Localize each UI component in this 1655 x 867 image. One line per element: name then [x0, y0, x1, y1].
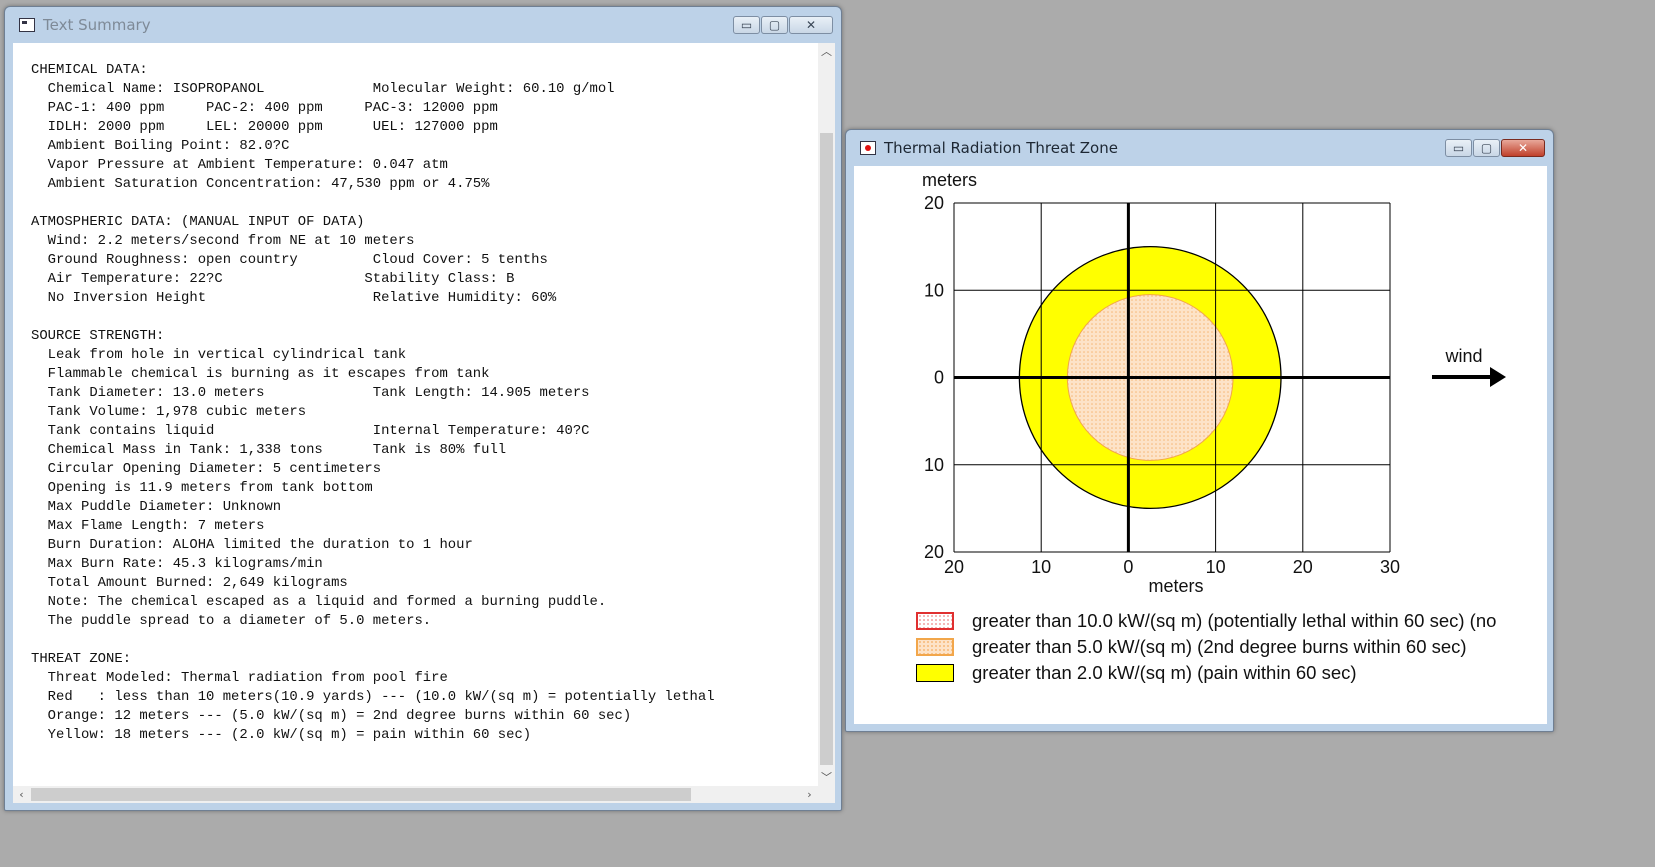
x-tick-label: 30	[1380, 557, 1400, 577]
wind-label: wind	[1444, 346, 1482, 366]
y-tick-label: 20	[924, 542, 944, 562]
x-tick-label: 0	[1123, 557, 1133, 577]
maximize-button[interactable]: ▢	[761, 16, 788, 34]
resize-grip-icon[interactable]	[818, 786, 835, 803]
x-tick-label: 20	[1293, 557, 1313, 577]
legend-item-orange: greater than 5.0 kW/(sq m) (2nd degree b…	[916, 636, 1467, 658]
window-title: Thermal Radiation Threat Zone	[884, 139, 1118, 157]
x-axis-label: meters	[1148, 576, 1203, 596]
minimize-button[interactable]: ▭	[733, 16, 760, 34]
y-tick-label: 20	[924, 193, 944, 213]
minimize-button[interactable]: ▭	[1445, 139, 1472, 157]
app-icon	[860, 141, 876, 155]
legend-label: greater than 5.0 kW/(sq m) (2nd degree b…	[972, 636, 1467, 657]
app-icon	[19, 18, 35, 32]
y-tick-label: 10	[924, 455, 944, 475]
legend-swatch-orange	[916, 638, 954, 656]
x-tick-label: 10	[1206, 557, 1226, 577]
window-controls: ▭ ▢ ✕	[732, 16, 833, 34]
text-summary-titlebar[interactable]: Text Summary ▭ ▢ ✕	[5, 7, 841, 43]
threat-zone-titlebar[interactable]: Thermal Radiation Threat Zone ▭ ▢ ✕	[846, 130, 1553, 166]
y-axis-label: meters	[922, 170, 977, 190]
text-summary-content[interactable]: CHEMICAL DATA: Chemical Name: ISOPROPANO…	[13, 43, 835, 803]
horizontal-scroll-thumb[interactable]	[31, 788, 691, 801]
scroll-down-icon[interactable]: ﹀	[818, 769, 835, 786]
x-tick-label: 20	[944, 557, 964, 577]
scroll-right-icon[interactable]: ›	[801, 786, 818, 803]
vertical-scrollbar[interactable]: ︿ ﹀	[818, 43, 835, 786]
legend-label: greater than 10.0 kW/(sq m) (potentially…	[972, 610, 1497, 631]
legend-swatch-yellow	[916, 664, 954, 682]
wind-arrow-icon	[1432, 367, 1506, 387]
close-button[interactable]: ✕	[789, 16, 833, 34]
vertical-scroll-thumb[interactable]	[820, 133, 833, 765]
close-button[interactable]: ✕	[1501, 139, 1545, 157]
legend: greater than 10.0 kW/(sq m) (potentially…	[916, 606, 1547, 686]
legend-label: greater than 2.0 kW/(sq m) (pain within …	[972, 662, 1357, 683]
window-title: Text Summary	[43, 16, 151, 34]
legend-item-red: greater than 10.0 kW/(sq m) (potentially…	[916, 610, 1496, 632]
x-tick-label: 10	[1031, 557, 1051, 577]
scroll-up-icon[interactable]: ︿	[818, 43, 835, 60]
legend-swatch-red	[916, 612, 954, 630]
horizontal-scrollbar[interactable]: ‹ ›	[13, 786, 818, 803]
legend-item-yellow: greater than 2.0 kW/(sq m) (pain within …	[916, 662, 1357, 684]
maximize-button[interactable]: ▢	[1473, 139, 1500, 157]
text-summary-window[interactable]: Text Summary ▭ ▢ ✕ CHEMICAL DATA: Chemic…	[4, 6, 842, 811]
y-tick-label: 10	[924, 280, 944, 300]
threat-zone-content: 20 10 0 10 20 30 20 10 0 10 20 meters meters wind …	[854, 166, 1547, 724]
scroll-left-icon[interactable]: ‹	[13, 786, 30, 803]
y-tick-label: 0	[934, 368, 944, 388]
threat-zone-window[interactable]: Thermal Radiation Threat Zone ▭ ▢ ✕ 20 10…	[845, 129, 1554, 732]
window-controls: ▭ ▢ ✕	[1444, 139, 1545, 157]
summary-text: CHEMICAL DATA: Chemical Name: ISOPROPANO…	[31, 62, 715, 743]
